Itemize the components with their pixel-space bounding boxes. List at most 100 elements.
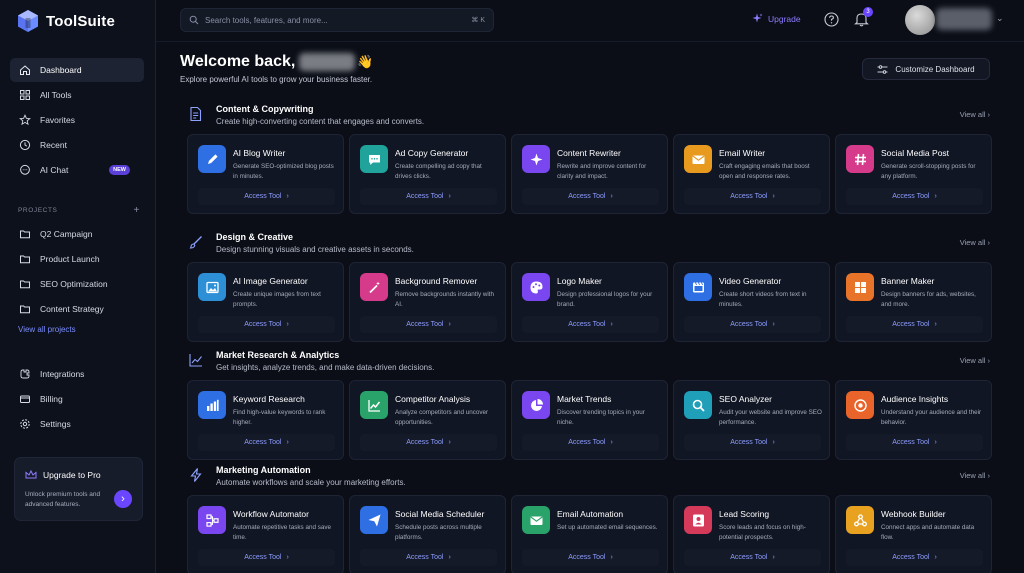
project-item[interactable]: Q2 Campaign: [10, 222, 144, 246]
tool-card[interactable]: Keyword Research Find high-value keyword…: [187, 380, 344, 460]
nav-item-label: Favorites: [40, 115, 75, 125]
project-item[interactable]: Content Strategy: [10, 297, 144, 321]
wave-icon: 👋: [357, 54, 374, 69]
access-tool-button[interactable]: Access Tool ›: [846, 434, 983, 451]
tool-icon-tile: [846, 506, 874, 534]
customize-dashboard-button[interactable]: Customize Dashboard: [862, 58, 990, 80]
chevron-right-icon: ›: [772, 554, 775, 561]
upgrade-label: Upgrade: [768, 13, 801, 24]
chevron-right-icon: ›: [286, 439, 289, 446]
add-project-icon[interactable]: +: [134, 206, 140, 216]
access-tool-label: Access Tool: [406, 321, 444, 328]
access-tool-button[interactable]: Access Tool ›: [522, 316, 659, 333]
access-tool-button[interactable]: Access Tool ›: [846, 549, 983, 566]
project-label: SEO Optimization: [40, 279, 108, 289]
help-icon[interactable]: [824, 12, 839, 27]
tool-card[interactable]: Email Writer Craft engaging emails that …: [673, 134, 830, 214]
tool-card[interactable]: Lead Scoring Score leads and focus on hi…: [673, 495, 830, 573]
upgrade-button[interactable]: Upgrade: [752, 13, 801, 24]
upgrade-card[interactable]: Upgrade to Pro Unlock premium tools and …: [14, 457, 143, 521]
tool-card[interactable]: AI Image Generator Create unique images …: [187, 262, 344, 342]
project-item[interactable]: SEO Optimization: [10, 272, 144, 296]
tool-desc: Find high-value keywords to rank higher.: [233, 409, 326, 426]
tool-card[interactable]: Logo Maker Design professional logos for…: [511, 262, 668, 342]
tool-card[interactable]: Background Remover Remove backgrounds in…: [349, 262, 506, 342]
tool-name: Background Remover: [395, 276, 478, 286]
tool-icon-tile: [360, 273, 388, 301]
welcome-text: Welcome back,: [180, 53, 296, 70]
tool-card[interactable]: Audience Insights Understand your audien…: [835, 380, 992, 460]
tool-card[interactable]: SEO Analyzer Audit your website and impr…: [673, 380, 830, 460]
brand[interactable]: ToolSuite: [16, 9, 115, 33]
tool-name: Ad Copy Generator: [395, 148, 469, 158]
page-subtitle: Explore powerful AI tools to grow your b…: [180, 75, 373, 84]
nav-item-recent[interactable]: Recent: [10, 133, 144, 157]
tool-name: AI Image Generator: [233, 276, 308, 286]
tool-card[interactable]: Social Media Scheduler Schedule posts ac…: [349, 495, 506, 573]
search-input[interactable]: [205, 15, 472, 25]
magic-wand-icon: [368, 281, 380, 293]
avatar[interactable]: [905, 5, 935, 35]
tool-card[interactable]: Ad Copy Generator Create compelling ad c…: [349, 134, 506, 214]
view-all-link[interactable]: View all ›: [960, 110, 990, 119]
folder-icon: [20, 230, 30, 239]
tool-desc: Create compelling ad copy that drives cl…: [395, 163, 482, 180]
tool-card[interactable]: Competitor Analysis Analyze competitors …: [349, 380, 506, 460]
access-tool-button[interactable]: Access Tool ›: [684, 316, 821, 333]
search-bar[interactable]: ⌘ K: [180, 8, 494, 32]
access-tool-button[interactable]: Access Tool ›: [360, 549, 497, 566]
access-tool-label: Access Tool: [730, 439, 768, 446]
nav-item-settings[interactable]: Settings: [10, 412, 144, 436]
access-tool-button[interactable]: Access Tool ›: [198, 188, 335, 205]
tool-desc: Automate repetitive tasks and save time.: [233, 524, 332, 541]
tool-card[interactable]: Email Automation Set up automated email …: [511, 495, 668, 573]
projects-label: PROJECTS: [18, 207, 58, 214]
chevron-down-icon[interactable]: ⌄: [996, 13, 1004, 24]
tool-card[interactable]: AI Blog Writer Generate SEO-optimized bl…: [187, 134, 344, 214]
tool-card[interactable]: Video Generator Create short videos from…: [673, 262, 830, 342]
chevron-right-icon: ›: [934, 321, 937, 328]
tool-icon-tile: [198, 145, 226, 173]
access-tool-button[interactable]: Access Tool ›: [198, 316, 335, 333]
nav-item-billing[interactable]: Billing: [10, 387, 144, 411]
tool-desc: Rewrite and improve content for clarity …: [557, 163, 647, 180]
section-market-research: Market Research & Analytics Get insights…: [186, 350, 992, 460]
nav-item-ai-chat[interactable]: AI Chat NEW: [10, 158, 144, 182]
access-tool-button[interactable]: Access Tool ›: [684, 188, 821, 205]
view-all-link[interactable]: View all ›: [960, 238, 990, 247]
project-label: Q2 Campaign: [40, 229, 93, 239]
star-icon: [19, 114, 31, 126]
tool-card[interactable]: Workflow Automator Automate repetitive t…: [187, 495, 344, 573]
tool-card[interactable]: Content Rewriter Rewrite and improve con…: [511, 134, 668, 214]
nav-item-integrations[interactable]: Integrations: [10, 362, 144, 386]
access-tool-button[interactable]: Access Tool ›: [846, 188, 983, 205]
pie-chart-icon: [530, 398, 543, 411]
access-tool-label: Access Tool: [406, 193, 444, 200]
nav-item-dashboard[interactable]: Dashboard: [10, 58, 144, 82]
project-item[interactable]: Product Launch: [10, 247, 144, 271]
access-tool-button[interactable]: Access Tool ›: [360, 188, 497, 205]
nav-item-all-tools[interactable]: All Tools: [10, 83, 144, 107]
access-tool-button[interactable]: Access Tool ›: [846, 316, 983, 333]
access-tool-button[interactable]: Access Tool ›: [198, 549, 335, 566]
access-tool-button[interactable]: Access Tool ›: [360, 316, 497, 333]
tool-card[interactable]: Market Trends Discover trending topics i…: [511, 380, 668, 460]
access-tool-button[interactable]: Access Tool ›: [522, 549, 659, 566]
view-all-link[interactable]: View all ›: [960, 471, 990, 480]
access-tool-button[interactable]: Access Tool ›: [522, 188, 659, 205]
nav-item-favorites[interactable]: Favorites: [10, 108, 144, 132]
folder-icon: [20, 280, 30, 289]
sidebar: ToolSuite Dashboard All Tools Favorites …: [0, 0, 156, 573]
access-tool-button[interactable]: Access Tool ›: [684, 549, 821, 566]
tool-card[interactable]: Banner Maker Design banners for ads, web…: [835, 262, 992, 342]
access-tool-button[interactable]: Access Tool ›: [360, 434, 497, 451]
view-all-projects-link[interactable]: View all projects: [18, 325, 76, 334]
tool-card[interactable]: Webhook Builder Connect apps and automat…: [835, 495, 992, 573]
access-tool-button[interactable]: Access Tool ›: [684, 434, 821, 451]
upgrade-arrow-button[interactable]: ›: [114, 490, 132, 508]
view-all-link[interactable]: View all ›: [960, 356, 990, 365]
access-tool-button[interactable]: Access Tool ›: [522, 434, 659, 451]
sparkle-icon: [530, 153, 542, 165]
tool-card[interactable]: Social Media Post Generate scroll-stoppi…: [835, 134, 992, 214]
access-tool-button[interactable]: Access Tool ›: [198, 434, 335, 451]
